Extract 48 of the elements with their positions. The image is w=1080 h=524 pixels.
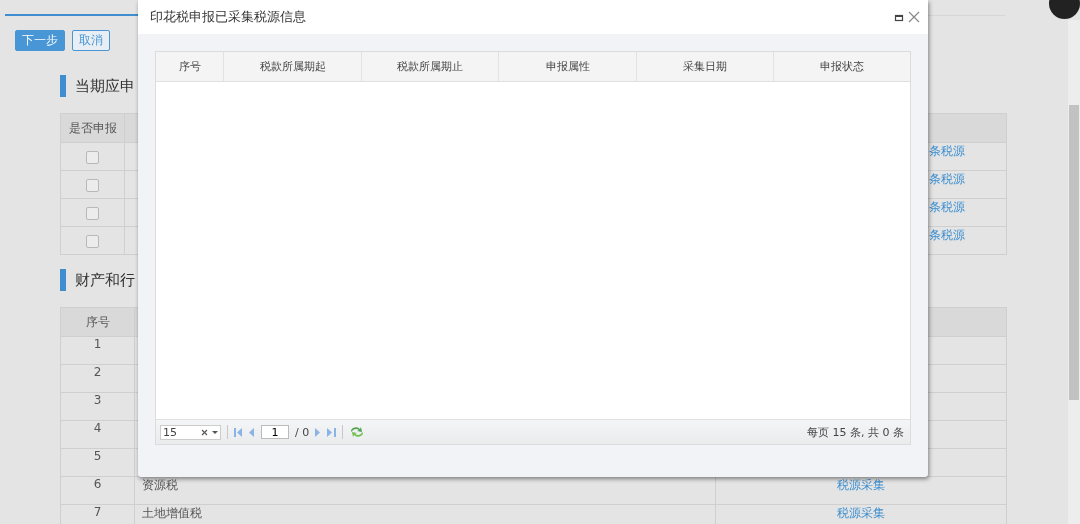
table-cell: 6	[60, 476, 135, 505]
source-link[interactable]: 条税源	[929, 144, 965, 158]
first-page-icon[interactable]	[234, 426, 243, 438]
table-cell: 2	[60, 364, 135, 393]
page-count: / 0	[295, 425, 310, 439]
next-button[interactable]: 下一步	[15, 30, 65, 51]
table-cell: 4	[60, 420, 135, 449]
section-marker	[60, 269, 66, 291]
table-cell: 资源税	[142, 478, 178, 492]
last-page-icon[interactable]	[327, 426, 337, 438]
page-summary: 每页 15 条, 共 0 条	[807, 424, 904, 440]
refresh-icon[interactable]	[349, 425, 366, 439]
table-cell: 7	[60, 504, 135, 524]
source-link[interactable]: 条税源	[929, 172, 965, 186]
source-link[interactable]: 条税源	[929, 200, 965, 214]
checkbox[interactable]	[86, 150, 99, 164]
table-cell: 1	[60, 336, 135, 365]
scrollbar[interactable]	[1068, 20, 1080, 524]
column-header: 申报状态	[819, 59, 865, 75]
caret-icon[interactable]	[212, 430, 218, 434]
table-cell: 3	[60, 392, 135, 421]
column-header: 税款所属期止	[362, 52, 499, 81]
column-header: 采集日期	[637, 52, 774, 81]
checkbox[interactable]	[86, 206, 99, 220]
section-title: 当期应申	[75, 76, 135, 96]
section-marker	[60, 75, 66, 97]
table-cell: 土地增值税	[142, 506, 202, 520]
column-header: 是否申报	[60, 113, 125, 143]
column-header: 税款所属期起	[224, 52, 362, 81]
checkbox[interactable]	[86, 178, 99, 192]
next-page-icon[interactable]	[315, 426, 322, 438]
collect-link[interactable]: 税源采集	[837, 506, 885, 520]
checkbox[interactable]	[86, 234, 99, 248]
dialog-title: 印花税申报已采集税源信息	[150, 8, 307, 26]
source-link[interactable]: 条税源	[929, 228, 965, 242]
column-header: 申报属性	[499, 52, 637, 81]
previous-page-icon[interactable]	[249, 426, 255, 438]
page-size-select[interactable]: 15	[160, 424, 221, 440]
clear-icon[interactable]	[201, 428, 208, 436]
column-header: 序号	[156, 52, 224, 81]
cancel-button[interactable]: 取消	[72, 30, 110, 51]
close-icon[interactable]	[908, 11, 920, 23]
collect-link[interactable]: 税源采集	[837, 478, 885, 492]
column-header: 序号	[60, 307, 135, 337]
page-input[interactable]: 1	[261, 425, 289, 439]
scroll-thumb[interactable]	[1069, 105, 1079, 400]
section-title: 财产和行	[75, 270, 135, 290]
table-cell: 5	[60, 448, 135, 477]
